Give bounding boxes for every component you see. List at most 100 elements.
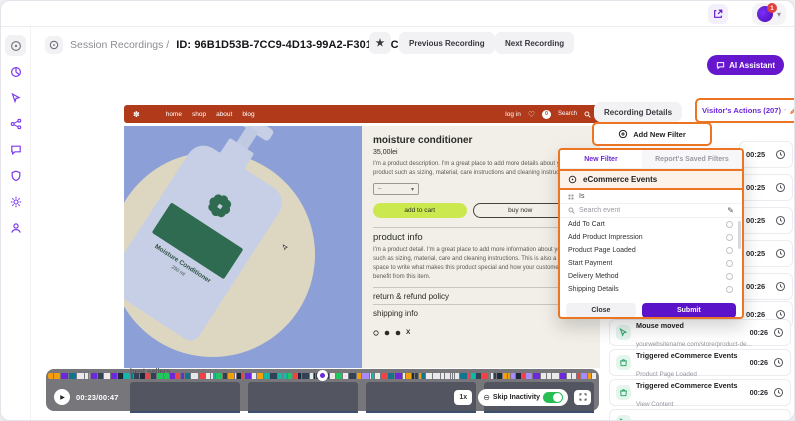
- submit-button[interactable]: Submit: [642, 303, 736, 318]
- action-row-stub[interactable]: 00:25: [739, 174, 793, 201]
- operator-row[interactable]: Is: [560, 190, 742, 204]
- sidebar-item-events[interactable]: [5, 139, 26, 160]
- sidebar-item-profile[interactable]: [5, 217, 26, 238]
- pencil-icon[interactable]: ✎: [727, 206, 734, 215]
- clock-icon[interactable]: [775, 215, 786, 226]
- player-controls: ▶ 00:23/00:47 1x ⊖ Skip Inactivity: [46, 369, 599, 411]
- buy-now-button[interactable]: buy now: [473, 203, 569, 218]
- tab-saved-filters[interactable]: Report's Saved Filters: [642, 150, 742, 168]
- sidebar-item-security[interactable]: [5, 165, 26, 186]
- section-label: return & refund policy: [373, 292, 449, 301]
- event-option-label: Add To Cart: [568, 221, 605, 228]
- skip-inactivity-control[interactable]: ⊖ Skip Inactivity: [478, 389, 568, 406]
- sidebar-item-funnels[interactable]: [5, 113, 26, 134]
- nav-link-shop: shop: [192, 111, 206, 118]
- target-icon: [568, 175, 577, 184]
- event-option[interactable]: Product Page Loaded: [560, 244, 742, 257]
- bottle-label: [152, 202, 244, 279]
- add-to-cart-button[interactable]: add to cart: [373, 203, 467, 218]
- avatar: 1: [757, 6, 773, 22]
- fullscreen-button[interactable]: [574, 390, 591, 405]
- skip-inactivity-toggle[interactable]: [543, 392, 563, 403]
- play-pause-button[interactable]: ▶: [54, 389, 70, 405]
- action-row-stub[interactable]: 00:25: [739, 141, 793, 168]
- search-placeholder: Search event: [579, 207, 723, 214]
- action-time: 00:26: [750, 358, 768, 367]
- clock-icon[interactable]: [773, 387, 784, 398]
- site-login-link: log in: [505, 111, 521, 118]
- event-option[interactable]: Shipping Details: [560, 283, 742, 296]
- clock-icon[interactable]: [773, 357, 784, 368]
- visitor-cursor-icon: [282, 244, 289, 251]
- event-option[interactable]: Add To Cart: [560, 218, 742, 231]
- search-icon: [584, 111, 591, 118]
- radio-unchecked[interactable]: [726, 260, 733, 267]
- previous-recording-button[interactable]: Previous Recording: [399, 32, 495, 54]
- section-product-info[interactable]: product info –: [373, 228, 589, 246]
- clock-icon[interactable]: [775, 182, 786, 193]
- section-return-policy[interactable]: return & refund policy +: [373, 288, 589, 304]
- action-time: 00:25: [746, 216, 765, 225]
- sidebar-item-dashboard[interactable]: [5, 61, 26, 82]
- event-option[interactable]: Add Product Impression: [560, 231, 742, 244]
- section-shipping-info[interactable]: shipping info +: [373, 305, 589, 321]
- sidebar-item-settings[interactable]: [5, 191, 26, 212]
- account-menu[interactable]: 1 ▾: [752, 3, 786, 25]
- action-title: Triggered eCommerce Events: [636, 351, 737, 360]
- action-row-stub[interactable]: 00:25: [739, 240, 793, 267]
- session-recordings-icon: [10, 40, 22, 52]
- clock-icon[interactable]: [775, 149, 786, 160]
- action-row-stub[interactable]: 00:26: [739, 273, 793, 300]
- radio-unchecked[interactable]: [726, 273, 733, 280]
- cart-icon: 0: [542, 110, 551, 119]
- action-title: Mouse moved: [636, 321, 684, 330]
- action-row-mouse-moved[interactable]: Mouse moved: [609, 409, 791, 421]
- event-type-selector[interactable]: eCommerce Events: [560, 169, 742, 190]
- replay-viewport: ✽ home shop about blog log in ♡ 0 Search: [121, 101, 603, 413]
- tab-visitors-actions[interactable]: Visitor's Actions (207) - 4: [695, 98, 795, 123]
- event-option-label: Product Page Loaded: [568, 247, 636, 254]
- clock-icon[interactable]: [773, 327, 784, 338]
- playback-speed-button[interactable]: 1x: [454, 390, 472, 405]
- favorite-button[interactable]: ★: [369, 32, 391, 54]
- action-subtitle: View Content: [636, 401, 673, 408]
- star-icon: ★: [376, 38, 385, 49]
- ai-assistant-button[interactable]: AI Assistant: [707, 55, 784, 75]
- fullscreen-icon: [579, 393, 587, 401]
- radio-unchecked[interactable]: [726, 234, 733, 241]
- action-row-mouse-moved[interactable]: Mouse movedyourwebsitename.com/store/pro…: [609, 319, 791, 346]
- action-row-ecommerce-event[interactable]: Triggered eCommerce EventsView Content 0…: [609, 379, 791, 406]
- add-new-filter-button[interactable]: Add New Filter: [592, 122, 712, 146]
- product-info-text: I'm a product detail. I'm a great place …: [373, 246, 589, 282]
- tab-new-filter[interactable]: New Filter: [560, 150, 642, 168]
- close-button[interactable]: Close: [566, 303, 636, 318]
- radio-unchecked[interactable]: [726, 221, 733, 228]
- funnel-flow-icon: [10, 118, 22, 130]
- social-icon-1: [373, 330, 379, 336]
- sidebar-item-heatmaps[interactable]: [5, 87, 26, 108]
- quantity-select[interactable]: –▾: [373, 183, 419, 195]
- social-icon-x: X: [406, 329, 410, 336]
- radio-unchecked[interactable]: [726, 247, 733, 254]
- event-option[interactable]: Delivery Method: [560, 270, 742, 283]
- radio-unchecked[interactable]: [726, 286, 733, 293]
- action-row-stub[interactable]: 00:25: [739, 207, 793, 234]
- action-time: 00:26: [746, 282, 765, 291]
- scrollbar[interactable]: [738, 221, 741, 249]
- product-description: I'm a product description. I'm a great p…: [373, 160, 589, 177]
- action-row-ecommerce-event[interactable]: Triggered eCommerce EventsProduct Page L…: [609, 349, 791, 376]
- clock-icon[interactable]: [775, 281, 786, 292]
- tab-recording-details[interactable]: Recording Details: [594, 102, 682, 122]
- event-option[interactable]: Start Payment: [560, 257, 742, 270]
- playhead-handle[interactable]: [317, 370, 328, 381]
- ai-assistant-label: AI Assistant: [729, 61, 775, 70]
- clock-icon[interactable]: [775, 248, 786, 259]
- sidebar-item-recordings[interactable]: [5, 35, 26, 56]
- share-button[interactable]: [708, 4, 728, 24]
- back-icon[interactable]: [45, 36, 63, 54]
- search-icon: [568, 207, 575, 214]
- event-search-input[interactable]: Search event ✎: [560, 204, 742, 218]
- next-recording-button[interactable]: Next Recording: [495, 32, 574, 54]
- event-option[interactable]: Agree To Terms: [560, 296, 742, 299]
- action-time: 00:25: [746, 183, 765, 192]
